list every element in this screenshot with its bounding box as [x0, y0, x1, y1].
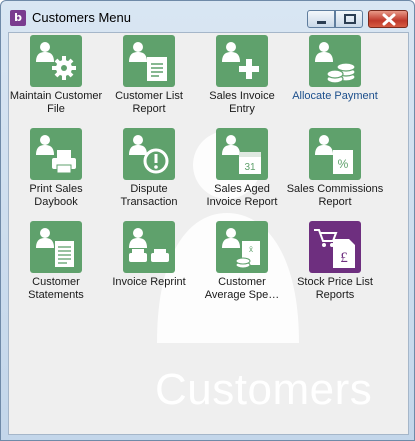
tile-customer-average-spend[interactable]: x̄ Customer Average Spe…: [192, 221, 292, 302]
customer-report-icon: [123, 35, 175, 87]
tile-sales-aged-invoice-report[interactable]: 31 Sales Aged Invoice Report: [192, 128, 292, 209]
svg-text:%: %: [338, 157, 349, 171]
minimize-icon: [317, 21, 326, 24]
close-icon: [382, 13, 396, 26]
tile-sales-commissions-report[interactable]: % Sales Commissions Report: [285, 128, 385, 209]
app-icon: b: [10, 10, 26, 26]
title-bar[interactable]: b Customers Menu: [1, 1, 414, 31]
tile-label: Sales Aged Invoice Report: [206, 183, 278, 208]
customers-menu-window: b Customers Menu Customers Maintain Cust…: [0, 0, 415, 441]
tile-label: Customer Average Spe…: [204, 276, 280, 301]
close-button[interactable]: [368, 10, 408, 28]
minimize-button[interactable]: [307, 10, 335, 28]
tile-label: Maintain Customer File: [9, 90, 103, 115]
tile-label: Customer Statements: [28, 276, 84, 301]
tile-label: Dispute Transaction: [120, 183, 178, 208]
svg-text:£: £: [340, 250, 348, 266]
tile-label: Customer List Report: [115, 90, 183, 115]
customer-percent-icon: %: [309, 128, 361, 180]
maximize-button[interactable]: [335, 10, 363, 28]
tile-stock-price-list-reports[interactable]: £ Stock Price List Reports: [285, 221, 385, 302]
svg-text:x̄: x̄: [249, 245, 253, 254]
tile-label: Print Sales Daybook: [29, 183, 83, 208]
tile-print-sales-daybook[interactable]: Print Sales Daybook: [9, 128, 106, 209]
customer-spend-icon: x̄: [216, 221, 268, 273]
tile-label: Stock Price List Reports: [297, 276, 373, 301]
tile-customer-statements[interactable]: Customer Statements: [9, 221, 106, 302]
watermark-text: Customers: [155, 365, 373, 414]
customer-settings-icon: [30, 35, 82, 87]
customer-printer-icon: [30, 128, 82, 180]
maximize-icon: [344, 14, 356, 24]
stock-price-list-icon: £: [309, 221, 361, 273]
window-title: Customers Menu: [32, 10, 131, 25]
tile-label: Allocate Payment: [292, 90, 378, 102]
menu-panel: Customers Maintain Customer File Custome…: [8, 32, 409, 435]
customer-statement-icon: [30, 221, 82, 273]
tile-invoice-reprint[interactable]: Invoice Reprint: [99, 221, 199, 289]
tile-label: Sales Invoice Entry: [209, 90, 275, 115]
customer-alert-icon: [123, 128, 175, 180]
tile-dispute-transaction[interactable]: Dispute Transaction: [99, 128, 199, 209]
tile-label: Invoice Reprint: [112, 276, 186, 288]
svg-text:31: 31: [244, 162, 256, 173]
tile-label: Sales Commissions Report: [286, 183, 384, 208]
tile-allocate-payment[interactable]: Allocate Payment: [285, 35, 385, 103]
tile-sales-invoice-entry[interactable]: Sales Invoice Entry: [192, 35, 292, 116]
customer-coins-icon: [309, 35, 361, 87]
customer-calendar-icon: 31: [216, 128, 268, 180]
customer-reprint-icon: [123, 221, 175, 273]
customer-add-icon: [216, 35, 268, 87]
tile-customer-list-report[interactable]: Customer List Report: [99, 35, 199, 116]
tile-maintain-customer-file[interactable]: Maintain Customer File: [9, 35, 106, 116]
